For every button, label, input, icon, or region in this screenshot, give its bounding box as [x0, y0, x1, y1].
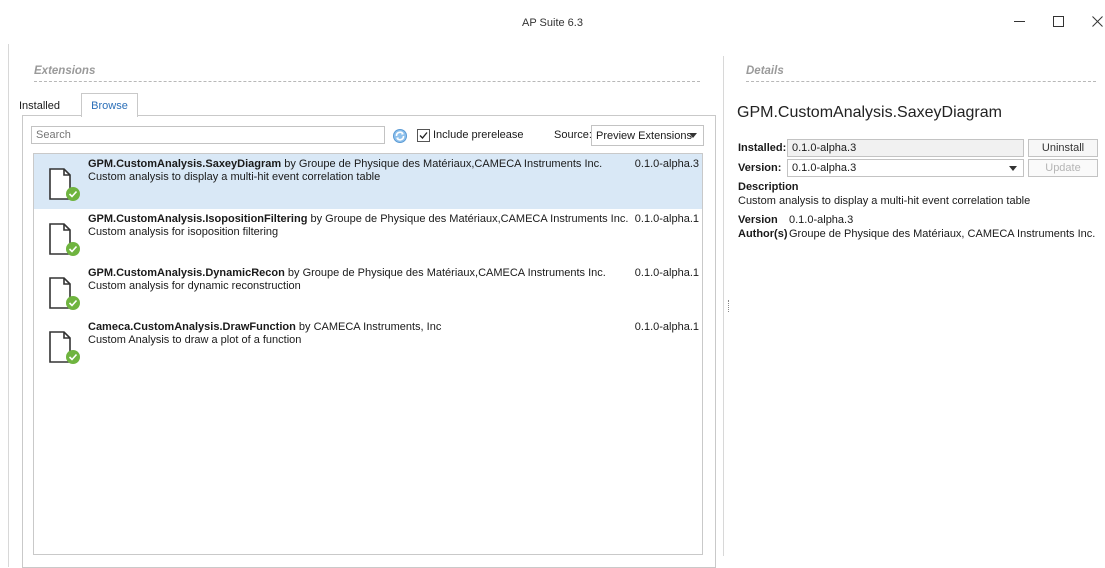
package-version: 0.1.0-alpha.1: [634, 267, 699, 279]
package-file-icon: [49, 168, 80, 201]
authors-value: Groupe de Physique des Matériaux, CAMECA…: [789, 228, 1096, 240]
package-description: Custom Analysis to draw a plot of a func…: [88, 334, 302, 346]
package-file-icon: [49, 277, 80, 310]
package-name: Cameca.CustomAnalysis.DrawFunction: [88, 321, 296, 333]
source-label: Source:: [554, 129, 592, 141]
refresh-icon[interactable]: [392, 128, 408, 144]
package-description: Custom analysis to display a multi-hit e…: [88, 171, 381, 183]
package-description: Custom analysis for isoposition filterin…: [88, 226, 279, 238]
version-select-value: 0.1.0-alpha.3: [792, 162, 857, 174]
update-button[interactable]: Update: [1028, 159, 1098, 177]
extensions-section-title: Extensions: [34, 65, 96, 77]
package-list: GPM.CustomAnalysis.SaxeyDiagram by Group…: [33, 153, 703, 555]
package-author: by Groupe de Physique des Matériaux,CAME…: [284, 158, 603, 170]
source-select[interactable]: Preview Extensions: [591, 125, 704, 146]
package-name: GPM.CustomAnalysis.SaxeyDiagram: [88, 158, 282, 170]
package-file-icon: [49, 223, 80, 256]
tab-installed[interactable]: Installed: [19, 100, 60, 112]
tab-browse[interactable]: Browse: [81, 93, 138, 117]
package-version: 0.1.0-alpha.1: [634, 321, 699, 333]
installed-version-field: 0.1.0-alpha.3: [787, 139, 1024, 157]
uninstall-button[interactable]: Uninstall: [1028, 139, 1098, 157]
description-heading: Description: [738, 181, 799, 193]
details-package-title: GPM.CustomAnalysis.SaxeyDiagram: [737, 104, 1002, 121]
minimize-icon: [1013, 20, 1025, 22]
package-list-item[interactable]: GPM.CustomAnalysis.DynamicRecon by Group…: [34, 263, 702, 318]
package-name: GPM.CustomAnalysis.IsopositionFiltering: [88, 213, 308, 225]
version-meta-label: Version: [738, 214, 778, 226]
minimize-button[interactable]: [1004, 10, 1034, 32]
package-version: 0.1.0-alpha.1: [634, 213, 699, 225]
package-author: by Groupe de Physique des Matériaux,CAME…: [310, 213, 629, 225]
extensions-divider: [34, 81, 700, 82]
details-section-title: Details: [746, 65, 784, 77]
details-divider: [746, 81, 1096, 82]
maximize-button[interactable]: [1043, 10, 1073, 32]
splitter-grip[interactable]: [728, 300, 730, 312]
package-name: GPM.CustomAnalysis.DynamicRecon: [88, 267, 285, 279]
chevron-down-icon: [1009, 166, 1017, 171]
search-input[interactable]: [31, 126, 385, 144]
package-list-item[interactable]: GPM.CustomAnalysis.IsopositionFiltering …: [34, 209, 702, 264]
package-list-item[interactable]: Cameca.CustomAnalysis.DrawFunction by CA…: [34, 317, 702, 372]
package-author: by CAMECA Instruments, Inc: [298, 321, 442, 333]
chevron-down-icon: [689, 133, 697, 138]
source-select-value: Preview Extensions: [596, 129, 692, 142]
authors-label: Author(s): [738, 228, 788, 240]
package-author: by Groupe de Physique des Matériaux,CAME…: [287, 267, 606, 279]
maximize-icon: [1052, 15, 1064, 27]
version-meta-value: 0.1.0-alpha.3: [789, 214, 854, 226]
description-text: Custom analysis to display a multi-hit e…: [738, 195, 1031, 207]
window-title: AP Suite 6.3: [522, 17, 583, 29]
check-icon: [419, 132, 428, 139]
version-select[interactable]: 0.1.0-alpha.3: [787, 159, 1024, 177]
title-bar: AP Suite 6.3: [0, 0, 1105, 44]
include-prerelease-label[interactable]: Include prerelease: [433, 129, 524, 141]
package-file-icon: [49, 331, 80, 364]
include-prerelease-checkbox[interactable]: [417, 129, 430, 142]
package-description: Custom analysis for dynamic reconstructi…: [88, 280, 301, 292]
package-version: 0.1.0-alpha.3: [634, 158, 699, 170]
installed-check-badge-icon: [66, 350, 80, 364]
installed-label: Installed:: [738, 142, 787, 154]
installed-check-badge-icon: [66, 187, 80, 201]
close-button[interactable]: [1082, 10, 1105, 32]
installed-version-value: 0.1.0-alpha.3: [792, 142, 857, 154]
close-icon: [1091, 15, 1103, 27]
panel-splitter: [723, 56, 724, 556]
package-list-item[interactable]: GPM.CustomAnalysis.SaxeyDiagram by Group…: [34, 154, 702, 209]
installed-check-badge-icon: [66, 296, 80, 310]
installed-check-badge-icon: [66, 242, 80, 256]
version-label: Version:: [738, 162, 782, 174]
